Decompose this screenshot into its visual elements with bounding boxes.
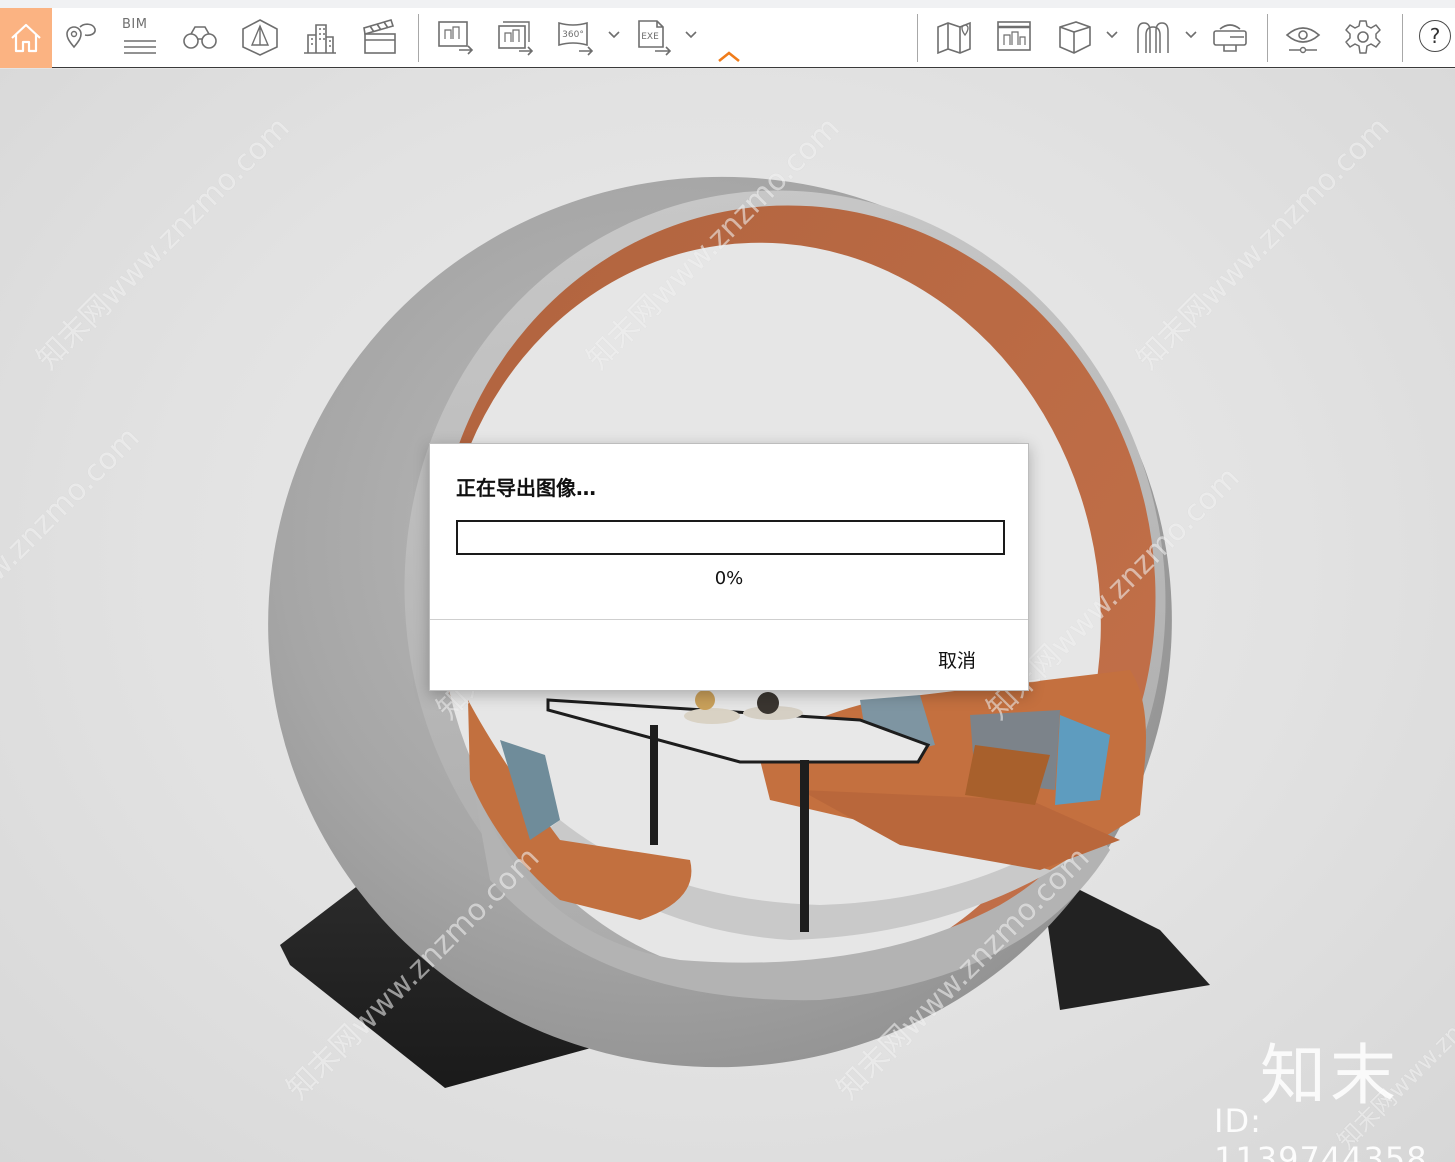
buildings-button[interactable] <box>298 14 342 60</box>
sofa-cushion-4 <box>965 745 1050 805</box>
export-progress-dialog: 正在导出图像… 0% 取消 <box>429 443 1029 691</box>
pyramid-icon <box>242 19 278 56</box>
toolbar-separator <box>418 14 419 62</box>
people-dropdown-caret[interactable] <box>1184 28 1198 42</box>
chevron-down-icon <box>1106 31 1118 39</box>
walkthrough-button[interactable] <box>178 14 222 60</box>
toolbar-separator <box>1267 14 1268 62</box>
animation-button[interactable] <box>358 14 402 60</box>
dialog-title: 正在导出图像… <box>456 476 596 500</box>
progress-percentage: 0% <box>714 568 744 589</box>
export-exe-dropdown-caret[interactable] <box>684 28 698 42</box>
help-button[interactable]: ? <box>1419 20 1451 52</box>
location-button[interactable] <box>58 14 102 60</box>
location-pin-icon <box>66 23 96 49</box>
export-progress-bar <box>456 520 1005 555</box>
export-360-icon: 360° <box>558 21 594 56</box>
export-batch-icon <box>498 21 534 56</box>
export-360-button[interactable]: 360° <box>553 14 597 60</box>
collapse-icon[interactable] <box>716 50 742 64</box>
map-button[interactable] <box>932 14 976 60</box>
table-fruit <box>695 690 715 710</box>
toolbar-top-strip <box>0 0 1455 8</box>
visibility-button[interactable] <box>1281 14 1325 60</box>
screen-icon <box>997 21 1031 51</box>
export-image-icon <box>438 21 474 55</box>
table-leg <box>800 760 809 932</box>
export-360-dropdown-caret[interactable] <box>607 28 621 42</box>
home-button[interactable] <box>0 8 52 68</box>
model-button[interactable] <box>238 14 282 60</box>
box-icon <box>1059 21 1091 54</box>
dialog-divider <box>430 619 1028 620</box>
chevron-down-icon <box>1185 31 1197 39</box>
clapperboard-icon <box>363 19 396 54</box>
cancel-button[interactable]: 取消 <box>920 642 994 676</box>
export-image-button[interactable] <box>433 14 477 60</box>
toolbar-separator <box>1402 14 1403 62</box>
batch-export-button[interactable] <box>493 14 537 60</box>
chevron-down-icon <box>608 31 620 39</box>
vr-button[interactable] <box>1208 14 1252 60</box>
vr-headset-icon <box>1213 24 1247 52</box>
object-dropdown-caret[interactable] <box>1105 28 1119 42</box>
svg-text:EXE: EXE <box>641 32 659 42</box>
figures-icon <box>1137 22 1169 53</box>
export-exe-button[interactable]: EXE <box>631 14 675 60</box>
toolbar-separator <box>917 14 918 62</box>
svg-text:360°: 360° <box>562 30 584 40</box>
table-fruit <box>757 692 779 714</box>
image-id-watermark: ID: 1139744358 <box>1214 1102 1428 1162</box>
main-toolbar: BIM 360° EXE ? <box>0 0 1455 68</box>
binoculars-icon <box>183 26 217 49</box>
settings-icon <box>1345 20 1381 54</box>
object-button[interactable] <box>1052 14 1096 60</box>
help-icon: ? <box>1429 24 1441 48</box>
bim-icon <box>124 40 156 54</box>
chevron-down-icon <box>685 31 697 39</box>
buildings-icon <box>304 24 336 54</box>
bim-button[interactable] <box>118 14 162 60</box>
people-button[interactable] <box>1130 14 1174 60</box>
visibility-icon <box>1285 27 1321 54</box>
settings-button[interactable] <box>1341 14 1385 60</box>
screen-button[interactable] <box>992 14 1036 60</box>
map-icon <box>937 21 971 55</box>
home-icon <box>11 23 41 53</box>
export-exe-icon: EXE <box>638 20 672 56</box>
table-plate <box>684 708 740 724</box>
table-leg <box>650 725 658 845</box>
